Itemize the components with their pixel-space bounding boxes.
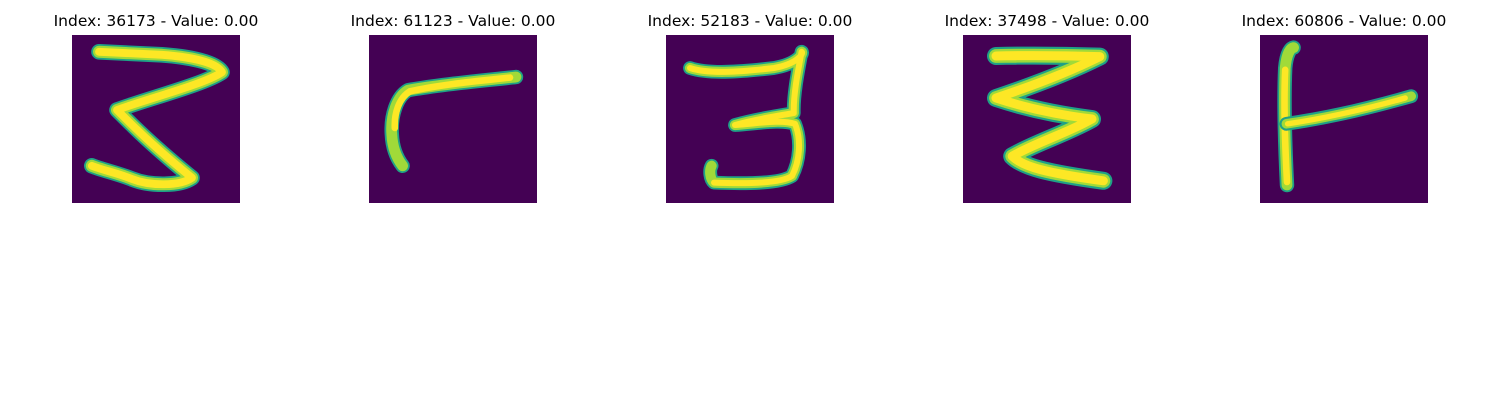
panel-title: Index: 60806 - Value: 0.00 (1241, 12, 1447, 30)
digit-image-5 (1260, 35, 1428, 203)
image-panel-2: Index: 61123 - Value: 0.00 (323, 12, 583, 203)
digit-image-1 (72, 35, 240, 203)
image-panel-4: Index: 37498 - Value: 0.00 (917, 12, 1177, 203)
panel-title: Index: 52183 - Value: 0.00 (647, 12, 853, 30)
image-panel-3: Index: 52183 - Value: 0.00 (620, 12, 880, 203)
panel-title: Index: 36173 - Value: 0.00 (53, 12, 259, 30)
digit-image-3 (666, 35, 834, 203)
image-panel-5: Index: 60806 - Value: 0.00 (1214, 12, 1474, 203)
image-panel-1: Index: 36173 - Value: 0.00 (26, 12, 286, 203)
digit-image-4 (963, 35, 1131, 203)
panel-title: Index: 37498 - Value: 0.00 (944, 12, 1150, 30)
digit-image-2 (369, 35, 537, 203)
panel-title: Index: 61123 - Value: 0.00 (350, 12, 556, 30)
